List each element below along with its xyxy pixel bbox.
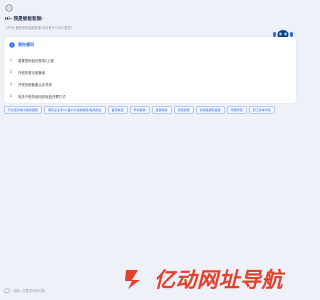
chat-input[interactable]	[13, 289, 103, 293]
chat-bubble-icon	[4, 288, 10, 294]
quick-tag[interactable]: 首源电话	[107, 106, 128, 114]
faq-item-text: 重置密码如何登录2上报	[18, 58, 54, 63]
quick-tag[interactable]: 填写企业年3人首户户资纳税纸/免用增业	[44, 106, 106, 114]
faq-item-text: 电多户税务使用的免费开票方式	[18, 94, 66, 99]
question-icon: ?	[9, 42, 15, 48]
svg-text:?: ?	[11, 43, 13, 47]
quick-tag[interactable]: 职工基本申请	[248, 106, 275, 114]
greeting-subtext: 上午好 我是你的智能助理,请问有什么可以帮您?	[5, 26, 73, 30]
quick-tag[interactable]: 领用发票和发票	[195, 106, 225, 114]
faq-title: 猜你想问	[18, 42, 34, 47]
quick-tag[interactable]: 发票快检	[151, 106, 172, 114]
faq-item-number: 2	[10, 70, 12, 74]
faq-item-text: 开税务登记用备案	[18, 70, 46, 75]
greeting-title: Hi~ 我是智能客服!	[5, 16, 43, 21]
quick-tags: 开办首次电子税务报装 填写企业年3人首户户资纳税纸/免用增业 首源电话 申请发票…	[4, 106, 296, 114]
chat-input-bar	[4, 285, 114, 297]
faq-list: 1 重置密码如何登录2上报 2 开税务登记用备案 3 开税务报备备认步须求 4 …	[10, 54, 290, 102]
faq-card: ? 猜你想问 1 重置密码如何登录2上报 2 开税务登记用备案 3 开税务报备备…	[4, 37, 296, 103]
faq-item-text: 开税务报备备认步须求	[18, 82, 52, 87]
faq-item-number: 3	[10, 82, 12, 86]
robot-icon	[5, 4, 13, 12]
logo-mark-icon	[125, 270, 140, 289]
quick-tag[interactable]: 申请发票	[129, 106, 150, 114]
faq-header: ? 猜你想问	[9, 42, 34, 48]
logo-text: 亿动网址导航	[154, 268, 283, 292]
faq-item[interactable]: 4 电多户税务使用的免费开票方式	[10, 90, 290, 102]
faq-item[interactable]: 2 开税务登记用备案	[10, 66, 290, 78]
faq-item-number: 4	[10, 94, 12, 98]
quick-tag[interactable]: 开办首次电子税务报装	[4, 106, 43, 114]
quick-tag[interactable]: 增值查搬	[173, 106, 194, 114]
site-logo: 亿动网址导航	[122, 264, 283, 294]
faq-item[interactable]: 3 开税务报备备认步须求	[10, 78, 290, 90]
faq-item[interactable]: 1 重置密码如何登录2上报	[10, 54, 290, 66]
faq-item-number: 1	[10, 58, 12, 62]
quick-tag[interactable]: 申报增值	[226, 106, 247, 114]
